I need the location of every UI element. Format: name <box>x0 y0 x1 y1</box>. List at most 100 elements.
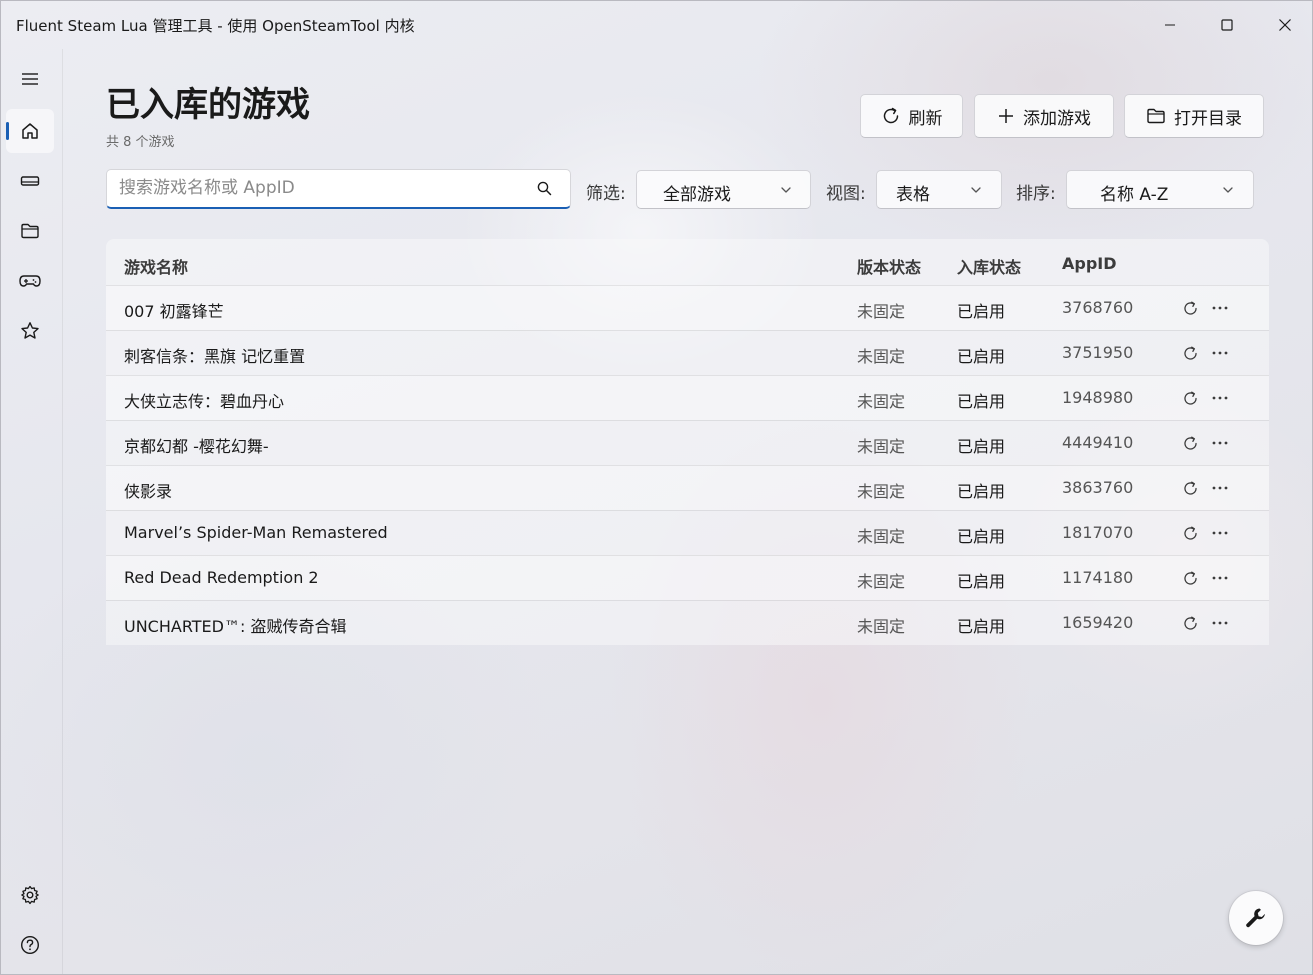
search-input[interactable] <box>119 170 519 206</box>
gear-icon <box>21 885 39 905</box>
refresh-icon <box>1183 390 1197 405</box>
sidebar-item-folder[interactable] <box>6 209 54 253</box>
refresh-icon <box>1183 435 1197 450</box>
close-button[interactable] <box>1256 1 1312 49</box>
column-header-status[interactable]: 入库状态 <box>957 254 1021 278</box>
library-status: 已启用 <box>957 437 1006 456</box>
table-header: 游戏名称 版本状态 入库状态 AppID <box>106 239 1269 285</box>
maximize-icon <box>1221 19 1233 31</box>
table-row[interactable]: 007 初露锋芒 未固定 已启用 3768760 <box>106 285 1269 330</box>
home-icon <box>22 123 38 139</box>
row-more-button[interactable] <box>1209 522 1231 544</box>
more-horizontal-icon <box>1212 441 1228 445</box>
column-header-appid[interactable]: AppID <box>1062 254 1117 273</box>
row-more-button[interactable] <box>1209 477 1231 499</box>
library-status: 已启用 <box>957 572 1006 591</box>
folder-icon <box>1147 108 1165 124</box>
app-id: 1659420 <box>1062 613 1134 632</box>
app-id: 4449410 <box>1062 433 1134 452</box>
table-row[interactable]: Marvel’s Spider-Man Remastered 未固定 已启用 1817… <box>106 510 1269 555</box>
row-refresh-button[interactable] <box>1179 297 1201 319</box>
version-status: 未固定 <box>857 482 906 501</box>
game-name: 刺客信条：黑旗 记忆重置 <box>124 347 306 366</box>
more-horizontal-icon <box>1212 396 1228 400</box>
open-directory-button-label: 打开目录 <box>1174 108 1242 129</box>
column-header-version[interactable]: 版本状态 <box>857 254 921 278</box>
row-refresh-button[interactable] <box>1179 342 1201 364</box>
minimize-button[interactable] <box>1141 1 1199 49</box>
page-title: 已入库的游戏 <box>106 85 310 125</box>
title-bar[interactable]: Fluent Steam Lua 管理工具 - 使用 OpenSteamTool… <box>1 1 1312 49</box>
minimize-icon <box>1165 24 1175 26</box>
more-horizontal-icon <box>1212 486 1228 490</box>
filter-dropdown[interactable]: 全部游戏 <box>636 170 811 209</box>
more-horizontal-icon <box>1212 351 1228 355</box>
add-game-button[interactable]: 添加游戏 <box>974 94 1114 138</box>
table-row[interactable]: UNCHARTED™: 盗贼传奇合辑 未固定 已启用 1659420 <box>106 600 1269 645</box>
row-more-button[interactable] <box>1209 342 1231 364</box>
refresh-button-label: 刷新 <box>908 108 943 129</box>
game-count: 共 8 个游戏 <box>106 135 175 150</box>
maximize-button[interactable] <box>1198 1 1256 49</box>
close-icon <box>1279 19 1291 31</box>
games-table: 游戏名称 版本状态 入库状态 AppID 007 初露锋芒 未固定 已启用 37687… <box>106 239 1269 645</box>
app-id: 1948980 <box>1062 388 1134 407</box>
filter-dropdown-value: 全部游戏 <box>663 185 731 205</box>
game-name: 大侠立志传：碧血丹心 <box>124 392 285 411</box>
row-more-button[interactable] <box>1209 612 1231 634</box>
row-refresh-button[interactable] <box>1179 387 1201 409</box>
version-status: 未固定 <box>857 617 906 636</box>
game-name: UNCHARTED™: 盗贼传奇合辑 <box>124 617 347 636</box>
sidebar-item-settings[interactable] <box>6 873 54 917</box>
version-status: 未固定 <box>857 527 906 546</box>
row-refresh-button[interactable] <box>1179 477 1201 499</box>
row-more-button[interactable] <box>1209 297 1231 319</box>
sidebar <box>1 49 63 974</box>
row-more-button[interactable] <box>1209 432 1231 454</box>
row-refresh-button[interactable] <box>1179 522 1201 544</box>
more-horizontal-icon <box>1212 531 1228 535</box>
filter-label: 筛选: <box>586 184 626 204</box>
table-row[interactable]: 大侠立志传：碧血丹心 未固定 已启用 1948980 <box>106 375 1269 420</box>
sidebar-item-help[interactable] <box>6 923 54 967</box>
active-indicator <box>6 122 9 140</box>
search-box[interactable] <box>106 169 571 209</box>
table-row[interactable]: 刺客信条：黑旗 记忆重置 未固定 已启用 3751950 <box>106 330 1269 375</box>
version-status: 未固定 <box>857 437 906 456</box>
open-directory-button[interactable]: 打开目录 <box>1124 94 1264 138</box>
library-status: 已启用 <box>957 302 1006 321</box>
window-title: Fluent Steam Lua 管理工具 - 使用 OpenSteamTool… <box>16 17 415 35</box>
tools-fab-button[interactable] <box>1229 891 1283 945</box>
version-status: 未固定 <box>857 572 906 591</box>
gamepad-icon <box>19 275 41 287</box>
sort-dropdown[interactable]: 名称 A-Z <box>1066 170 1254 209</box>
table-row[interactable]: Red Dead Redemption 2 未固定 已启用 1174180 <box>106 555 1269 600</box>
sidebar-item-favorites[interactable] <box>6 309 54 353</box>
version-status: 未固定 <box>857 392 906 411</box>
sidebar-item-storage[interactable] <box>6 159 54 203</box>
game-name: 007 初露锋芒 <box>124 302 224 321</box>
row-refresh-button[interactable] <box>1179 432 1201 454</box>
chevron-down-icon <box>781 187 791 193</box>
table-row[interactable]: 侠影录 未固定 已启用 3863760 <box>106 465 1269 510</box>
search-icon[interactable] <box>537 181 552 196</box>
refresh-button[interactable]: 刷新 <box>860 94 963 138</box>
column-header-name[interactable]: 游戏名称 <box>124 254 188 278</box>
menu-toggle-button[interactable] <box>6 57 54 101</box>
table-row[interactable]: 京都幻都 -樱花幻舞- 未固定 已启用 4449410 <box>106 420 1269 465</box>
sidebar-item-home[interactable] <box>6 109 54 153</box>
view-dropdown[interactable]: 表格 <box>876 170 1002 209</box>
library-status: 已启用 <box>957 482 1006 501</box>
row-more-button[interactable] <box>1209 387 1231 409</box>
row-refresh-button[interactable] <box>1179 567 1201 589</box>
star-icon <box>21 322 39 339</box>
refresh-icon <box>1183 615 1197 630</box>
game-name: 京都幻都 -樱花幻舞- <box>124 437 269 456</box>
row-refresh-button[interactable] <box>1179 612 1201 634</box>
more-horizontal-icon <box>1212 306 1228 310</box>
row-more-button[interactable] <box>1209 567 1231 589</box>
sidebar-item-games[interactable] <box>6 259 54 303</box>
chevron-down-icon <box>1223 187 1233 193</box>
refresh-icon <box>1183 570 1197 585</box>
help-icon <box>20 935 40 955</box>
